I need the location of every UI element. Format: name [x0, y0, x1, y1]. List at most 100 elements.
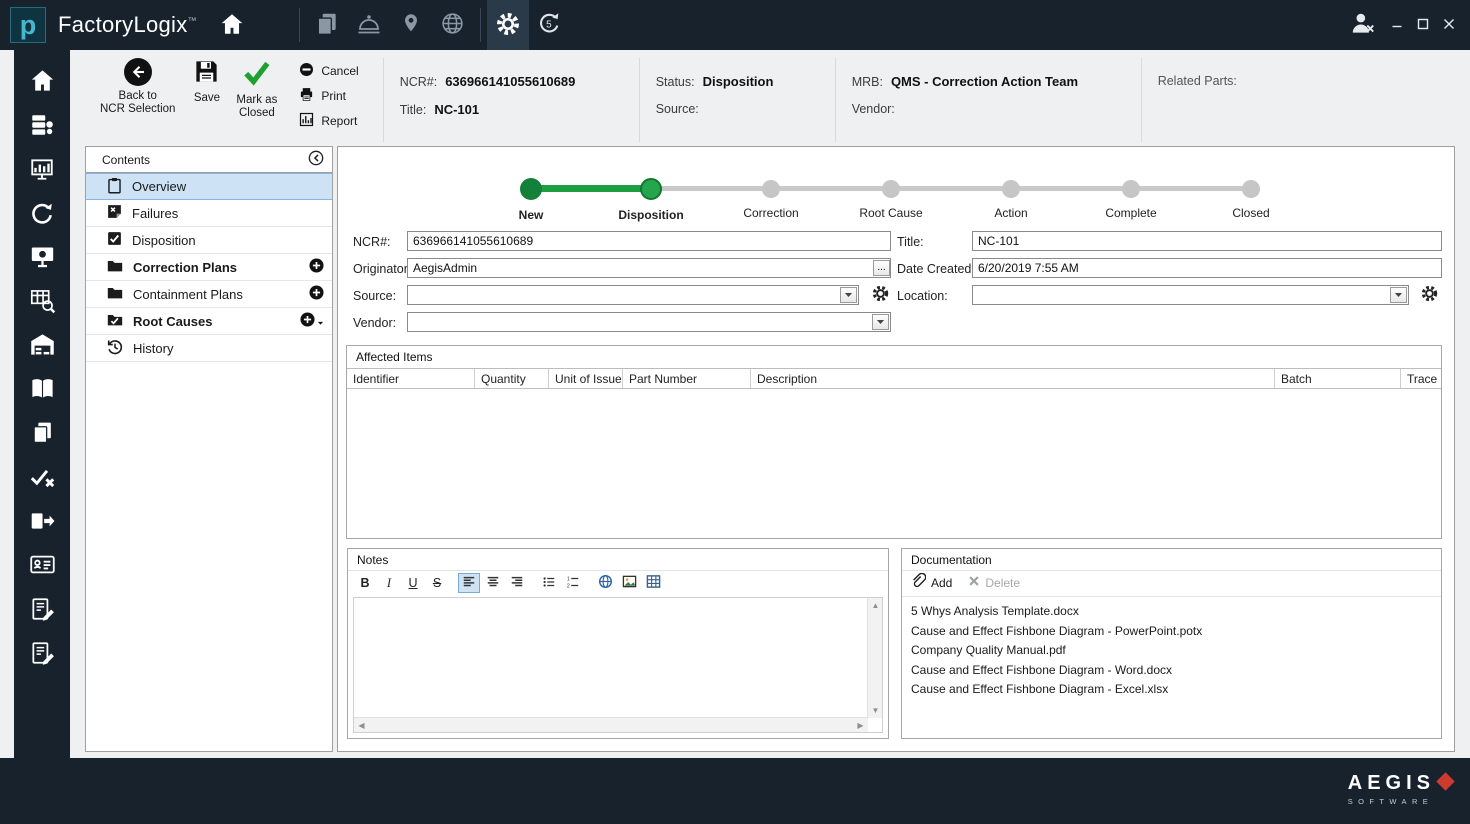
failure-box-icon: [106, 203, 123, 223]
add-correction-plan-button[interactable]: [309, 258, 324, 276]
window-minimize-button[interactable]: [1384, 11, 1410, 39]
user-logout-button[interactable]: [1342, 0, 1384, 50]
document-file-item[interactable]: Company Quality Manual.pdf: [911, 641, 1432, 661]
dropdown-arrow-icon[interactable]: [872, 314, 889, 330]
align-left-button[interactable]: [458, 573, 480, 593]
documents-nav-button[interactable]: [306, 0, 348, 50]
location-settings-button[interactable]: [1420, 284, 1439, 306]
vendor-select[interactable]: [407, 312, 891, 332]
sidebar-item-badge[interactable]: [25, 550, 59, 582]
location-select[interactable]: [972, 285, 1409, 305]
sidebar-item-quality[interactable]: [25, 462, 59, 494]
scroll-right-arrow-icon[interactable]: ▶: [853, 718, 868, 733]
contents-item-containment-plans[interactable]: Containment Plans: [86, 281, 332, 308]
ncr-id-group: NCR#:636966141055610689 Title:NC-101: [400, 58, 615, 117]
insert-image-button[interactable]: [618, 573, 640, 593]
originator-input[interactable]: [407, 258, 891, 278]
report-button[interactable]: Report: [299, 112, 358, 130]
cancel-button[interactable]: Cancel: [299, 62, 358, 80]
source-settings-button[interactable]: [871, 284, 890, 306]
back-to-ncr-selection-button[interactable]: Back toNCR Selection: [100, 58, 175, 116]
ncr-number-input[interactable]: [407, 231, 891, 251]
sidebar-item-home[interactable]: [25, 66, 59, 98]
notes-editor[interactable]: ▲ ▼ ◀ ▶: [353, 597, 883, 733]
sidebar-item-materials[interactable]: [25, 110, 59, 142]
insert-table-button[interactable]: [642, 573, 664, 593]
bullet-list-button[interactable]: [538, 573, 560, 593]
sidebar-item-rework[interactable]: [25, 198, 59, 230]
sidebar-item-production[interactable]: [25, 154, 59, 186]
bold-button[interactable]: B: [354, 573, 376, 593]
dropdown-arrow-icon[interactable]: [840, 287, 857, 303]
contents-item-failures[interactable]: Failures: [86, 200, 332, 227]
add-containment-plan-button[interactable]: [309, 285, 324, 303]
globe-nav-button[interactable]: [432, 0, 474, 50]
document-file-item[interactable]: Cause and Effect Fishbone Diagram - Word…: [911, 661, 1432, 681]
contents-item-overview[interactable]: Overview: [86, 173, 332, 200]
source-select[interactable]: [407, 285, 859, 305]
settings-nav-button[interactable]: [487, 0, 529, 50]
insert-link-button[interactable]: [594, 573, 616, 593]
horizontal-scrollbar[interactable]: ◀ ▶: [354, 717, 868, 732]
sidebar-item-notes-alt[interactable]: [25, 638, 59, 670]
home-nav-button[interactable]: [211, 0, 253, 50]
sidebar-item-transfer[interactable]: [25, 506, 59, 538]
sidebar-item-templates[interactable]: [25, 418, 59, 450]
align-right-button[interactable]: [506, 573, 528, 593]
document-file-item[interactable]: Cause and Effect Fishbone Diagram - Exce…: [911, 680, 1432, 700]
contents-item-history[interactable]: History: [86, 335, 332, 362]
scroll-down-arrow-icon[interactable]: ▼: [868, 703, 883, 718]
documentation-toolbar: Add Delete: [902, 571, 1441, 597]
column-header-description[interactable]: Description: [751, 369, 1275, 388]
sidebar-item-notes[interactable]: [25, 594, 59, 626]
database-icon: [29, 112, 55, 141]
window-close-button[interactable]: [1436, 11, 1462, 39]
sidebar-item-documentation[interactable]: [25, 374, 59, 406]
contents-item-correction-plans[interactable]: Correction Plans: [86, 254, 332, 281]
document-file-item[interactable]: Cause and Effect Fishbone Diagram - Powe…: [911, 622, 1432, 642]
column-header-part-number[interactable]: Part Number: [623, 369, 751, 388]
underline-button[interactable]: U: [402, 573, 424, 593]
dropdown-arrow-icon[interactable]: [1390, 287, 1407, 303]
column-header-batch[interactable]: Batch: [1275, 369, 1401, 388]
contents-item-root-causes[interactable]: Root Causes: [86, 308, 332, 335]
originator-picker-button[interactable]: ...: [873, 260, 890, 276]
notes-group: Notes B I U S 12: [347, 548, 889, 739]
app-brand: FactoryLogix™: [58, 12, 197, 38]
svg-text:5: 5: [546, 20, 552, 31]
sidebar-item-warehouse[interactable]: [25, 330, 59, 362]
vertical-scrollbar[interactable]: ▲ ▼: [867, 598, 882, 718]
document-file-item[interactable]: 5 Whys Analysis Template.docx: [911, 602, 1432, 622]
align-center-button[interactable]: [482, 573, 504, 593]
sidebar-item-monitoring[interactable]: [25, 242, 59, 274]
documentation-file-list: 5 Whys Analysis Template.docx Cause and …: [902, 597, 1441, 705]
italic-button[interactable]: I: [378, 573, 400, 593]
delete-x-icon: [968, 575, 980, 590]
numbered-list-button[interactable]: 12: [562, 573, 584, 593]
contents-item-disposition[interactable]: Disposition: [86, 227, 332, 254]
column-header-unit-of-issue[interactable]: Unit of Issue: [549, 369, 623, 388]
delete-document-button[interactable]: Delete: [968, 575, 1020, 590]
title-input[interactable]: [972, 231, 1442, 251]
window-maximize-button[interactable]: [1410, 11, 1436, 39]
mark-as-closed-button[interactable]: Mark asClosed: [236, 58, 277, 120]
scroll-up-arrow-icon[interactable]: ▲: [868, 598, 883, 613]
location-nav-button[interactable]: [390, 0, 432, 50]
refresh-5-nav-button[interactable]: 5: [529, 0, 571, 50]
notes-editor-content[interactable]: [358, 600, 866, 716]
note-edit-icon: [29, 640, 55, 669]
add-document-button[interactable]: Add: [910, 573, 952, 592]
sidebar-item-data-query[interactable]: [25, 286, 59, 318]
network-dome-nav-button[interactable]: [348, 0, 390, 50]
column-header-identifier[interactable]: Identifier: [347, 369, 475, 388]
print-button[interactable]: Print: [299, 87, 358, 105]
date-created-input[interactable]: [972, 258, 1442, 278]
scroll-left-arrow-icon[interactable]: ◀: [354, 718, 369, 733]
add-root-cause-button[interactable]: [300, 312, 324, 330]
column-header-trace[interactable]: Trace: [1401, 369, 1441, 388]
strikethrough-button[interactable]: S: [426, 573, 448, 593]
column-header-quantity[interactable]: Quantity: [475, 369, 549, 388]
save-button[interactable]: Save: [193, 58, 220, 105]
collapse-panel-button[interactable]: [308, 150, 324, 169]
ncr-number-field-label: NCR#:: [353, 235, 391, 249]
